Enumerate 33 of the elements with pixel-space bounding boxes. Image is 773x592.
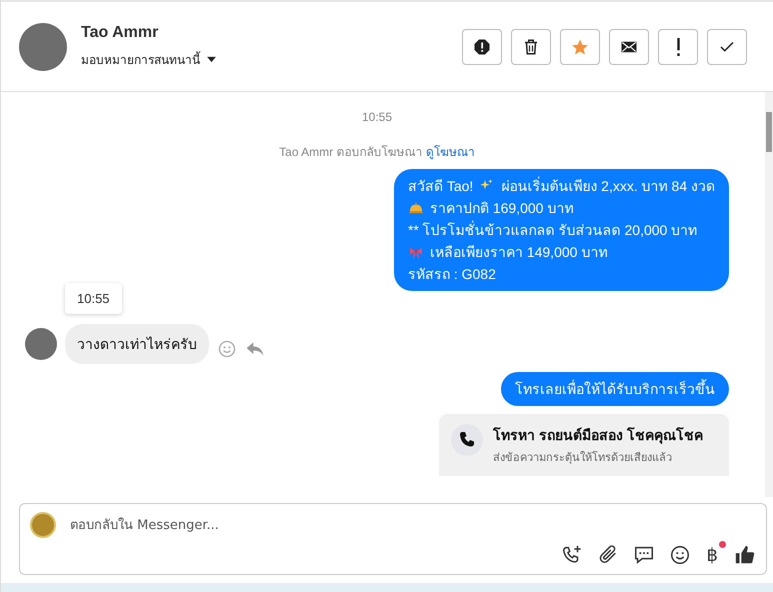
card-subtitle: ส่งข้อความกระตุ้นให้โทรด้วยเสียงแล้ว: [493, 450, 673, 466]
message-text: ราคาปกติ 169,000 บาท: [430, 199, 574, 218]
avatar-photo: [25, 328, 57, 360]
payment-button[interactable]: ฿: [704, 544, 720, 566]
incoming-message-bubble: วางดาวเท่าไหร่ครับ: [65, 324, 209, 364]
message-text: ** โปรโมชั่นข้าวแลกลด รับส่วนลด 20,000 บาท: [408, 220, 698, 240]
avatar-photo: [19, 22, 67, 70]
message-text: สวัสดี Tao!: [408, 177, 474, 196]
speech-bubble-icon[interactable]: [632, 544, 655, 566]
smiley-icon[interactable]: [668, 544, 691, 566]
timestamp: 10:55: [362, 110, 392, 124]
contact-name: Tao Ammr: [81, 24, 160, 42]
message-text: เหลือเพียงราคา 149,000 บาท: [430, 243, 608, 262]
action-button[interactable]: [462, 28, 502, 64]
message-text: โทรเลยเพื่อให้ได้รับบริการเร็วขึ้น: [515, 378, 715, 399]
thumbs-up-icon[interactable]: [734, 544, 756, 566]
exclamation-icon: [676, 38, 680, 56]
action-button[interactable]: [658, 28, 698, 64]
ad-reply-text: Tao Ammr ตอบกลับโฆษณา: [279, 145, 422, 159]
action-button[interactable]: [511, 28, 551, 64]
assign-dropdown[interactable]: มอบหมายการสนทนานี้: [81, 50, 217, 69]
message-text: รหัสรถ : G082: [408, 265, 496, 284]
trash-icon: [522, 38, 540, 56]
message-text: ผ่อนเริ่มต้นเพียง 2,xxx. บาท 84 งวด: [501, 176, 715, 196]
bell-icon: [408, 200, 424, 216]
time-tooltip: 10:55: [65, 283, 122, 314]
page-logo: [30, 512, 56, 538]
octagon-exclamation-icon: [473, 38, 491, 56]
action-button[interactable]: [609, 28, 649, 64]
caret-icon: [206, 56, 217, 63]
view-ad-link[interactable]: ดูโฆษณา: [426, 145, 475, 159]
phone-icon: [451, 424, 483, 456]
card-title: โทรหา รถยนต์มือสอง โชคคุณโชค: [493, 426, 703, 446]
